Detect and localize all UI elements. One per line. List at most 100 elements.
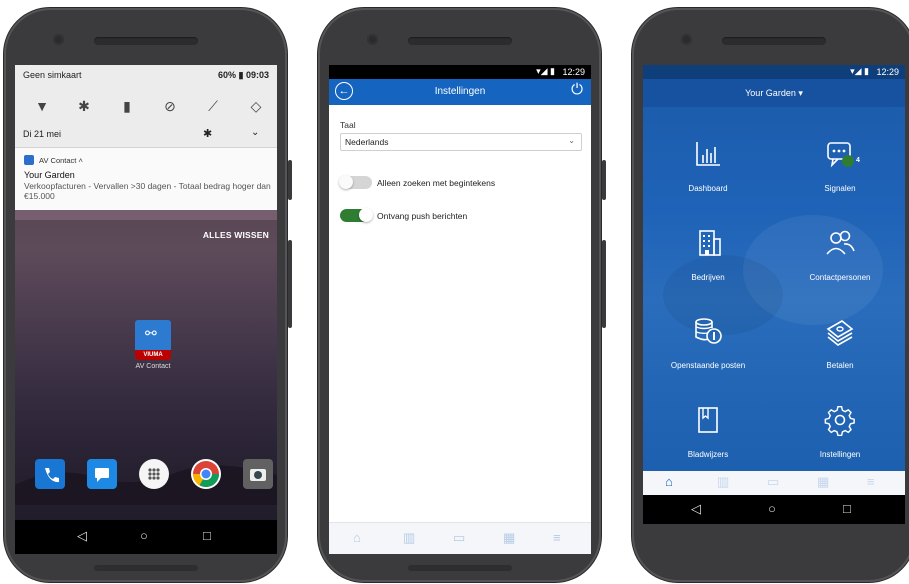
status-bar: ▾◢ ▮ 12:29	[329, 65, 591, 79]
tile-signalen[interactable]: 4 Signalen	[780, 138, 900, 218]
gear-icon	[824, 405, 855, 436]
app-drawer-icon[interactable]	[139, 459, 169, 489]
phone-frame-2: ▾◢ ▮ 12:29 ← Instellingen ⏻ Taal Nederla…	[318, 8, 601, 582]
dashboard-tab-icon[interactable]: ▥	[403, 530, 415, 546]
home-nav-icon[interactable]: ○	[768, 501, 776, 516]
quick-settings-panel: ▼ ✱ ▮ ⊘ ⟋ ◇ Di 21 mei ✱ ⌄	[15, 85, 277, 148]
do-not-disturb-icon[interactable]: ⊘	[161, 97, 179, 115]
front-camera	[53, 34, 64, 45]
chrome-app-icon[interactable]	[191, 459, 221, 489]
tile-label: Betalen	[826, 361, 854, 370]
back-nav-icon[interactable]: ◁	[691, 501, 701, 517]
av-contact-app-icon[interactable]: ⚯ VIUMA	[135, 320, 171, 360]
bar-chart-icon	[696, 142, 720, 166]
toggle-knob	[359, 208, 373, 222]
dashboard-tab-icon[interactable]: ▥	[717, 474, 729, 490]
phone-app-icon[interactable]	[35, 459, 65, 489]
signal-battery-icons: ▾◢ ▮	[850, 66, 869, 76]
tile-openstaande-posten[interactable]: Openstaande posten	[648, 315, 768, 395]
main-app-bar[interactable]: Your Garden ▾	[643, 79, 905, 107]
tile-label: Openstaande posten	[670, 361, 746, 370]
share-link-icon: ⚯	[145, 325, 157, 341]
flashlight-off-icon[interactable]: ⟋	[204, 97, 222, 115]
tile-label: Dashboard	[688, 184, 728, 193]
bottom-speaker	[408, 565, 512, 571]
front-camera	[681, 34, 692, 45]
tile-label: Bedrijven	[691, 273, 725, 282]
language-label: Taal	[340, 120, 356, 130]
app-icon-label: AV Contact	[135, 363, 171, 370]
home-nav-icon[interactable]: ○	[140, 528, 148, 543]
android-nav-bar: ◁ ○ □	[15, 520, 277, 554]
front-camera	[367, 34, 378, 45]
coins-icon	[695, 318, 722, 344]
toggle-knob	[339, 175, 353, 189]
signal-badge-count: 4	[856, 157, 860, 164]
date-text: Di 21 mei	[23, 129, 62, 139]
language-select[interactable]: Nederlands ⌄	[340, 133, 582, 151]
home-tab-icon[interactable]: ⌂	[665, 474, 673, 489]
status-time: 12:29	[876, 67, 899, 77]
status-bar: Geen simkaart 60% ▮ 09:03	[15, 65, 277, 85]
back-nav-icon[interactable]: ◁	[77, 528, 87, 544]
home-tab-icon[interactable]: ⌂	[353, 530, 361, 545]
carrier-text: Geen simkaart	[23, 70, 82, 80]
companies-tab-icon[interactable]: ▦	[817, 474, 829, 490]
earpiece-speaker	[722, 37, 826, 45]
notification-app-name: AV Contact ˄	[39, 156, 83, 165]
chat-badge-icon	[827, 142, 854, 168]
phone2-screen: ▾◢ ▮ 12:29 ← Instellingen ⏻ Taal Nederla…	[329, 65, 591, 554]
settings-app-bar: ← Instellingen ⏻	[329, 79, 591, 105]
auto-rotate-icon[interactable]: ◇	[247, 97, 265, 115]
status-bar: ▾◢ ▮ 12:29	[643, 65, 905, 79]
wallpaper-shade	[15, 220, 277, 554]
bottom-speaker	[94, 565, 198, 571]
bottom-tab-bar: ⌂ ▥ ▭ ▦ ≡	[329, 522, 591, 554]
battery-saver-icon[interactable]: ▮	[118, 97, 136, 115]
tile-label: Bladwijzers	[687, 450, 729, 459]
battery-time-text: 60% ▮ 09:03	[218, 70, 269, 80]
status-time: 12:29	[562, 67, 585, 77]
page-title: Instellingen	[434, 86, 486, 97]
tile-contactpersonen[interactable]: Contactpersonen	[780, 227, 900, 307]
signals-tab-icon[interactable]: ▭	[767, 474, 779, 490]
search-prefix-toggle[interactable]	[339, 175, 372, 189]
notification-card[interactable]: AV Contact ˄ Your Garden Verkoopfacturen…	[15, 148, 277, 210]
tile-dashboard[interactable]: Dashboard	[648, 138, 768, 218]
app-icon-brand-strip: VIUMA	[135, 350, 171, 360]
power-logout-icon[interactable]: ⏻	[571, 82, 583, 98]
signals-tab-icon[interactable]: ▭	[453, 530, 465, 546]
recents-nav-icon[interactable]: □	[843, 501, 851, 516]
power-button	[602, 160, 606, 200]
av-contact-small-icon	[24, 155, 34, 165]
menu-tab-icon[interactable]: ≡	[553, 530, 561, 545]
android-nav-bar: ◁ ○ □	[643, 495, 905, 524]
tile-bedrijven[interactable]: Bedrijven	[648, 227, 768, 307]
chevron-down-icon[interactable]: ⌄	[251, 127, 259, 138]
tile-betalen[interactable]: Betalen	[780, 315, 900, 395]
menu-tab-icon[interactable]: ≡	[867, 474, 875, 489]
bookmark-icon	[698, 407, 718, 433]
phone-frame-3: ▾◢ ▮ 12:29 Your Garden ▾ Dashboard 4 Sig…	[632, 8, 909, 582]
companies-tab-icon[interactable]: ▦	[503, 530, 515, 546]
gear-icon[interactable]: ✱	[203, 127, 212, 140]
earpiece-speaker	[94, 37, 198, 45]
building-icon	[699, 230, 721, 256]
tile-label: Signalen	[824, 184, 856, 193]
company-title: Your Garden ▾	[745, 88, 803, 98]
earpiece-speaker	[408, 37, 512, 45]
clear-all-button[interactable]: ALLES WISSEN	[203, 230, 269, 240]
wifi-icon[interactable]: ▼	[33, 97, 51, 115]
push-notifications-toggle[interactable]	[340, 208, 373, 222]
notification-title: Your Garden	[24, 170, 75, 180]
recents-nav-icon[interactable]: □	[203, 528, 211, 543]
push-notifications-label: Ontvang push berichten	[377, 211, 468, 221]
bottom-tab-bar: ⌂ ▥ ▭ ▦ ≡	[643, 471, 905, 495]
bluetooth-off-icon[interactable]: ✱	[75, 97, 93, 115]
messages-app-icon[interactable]	[87, 459, 117, 489]
search-prefix-label: Alleen zoeken met begintekens	[377, 178, 496, 188]
phone-chin	[643, 524, 905, 554]
people-icon	[826, 230, 855, 255]
camera-app-icon[interactable]	[243, 459, 273, 489]
signal-battery-icons: ▾◢ ▮	[536, 66, 555, 76]
